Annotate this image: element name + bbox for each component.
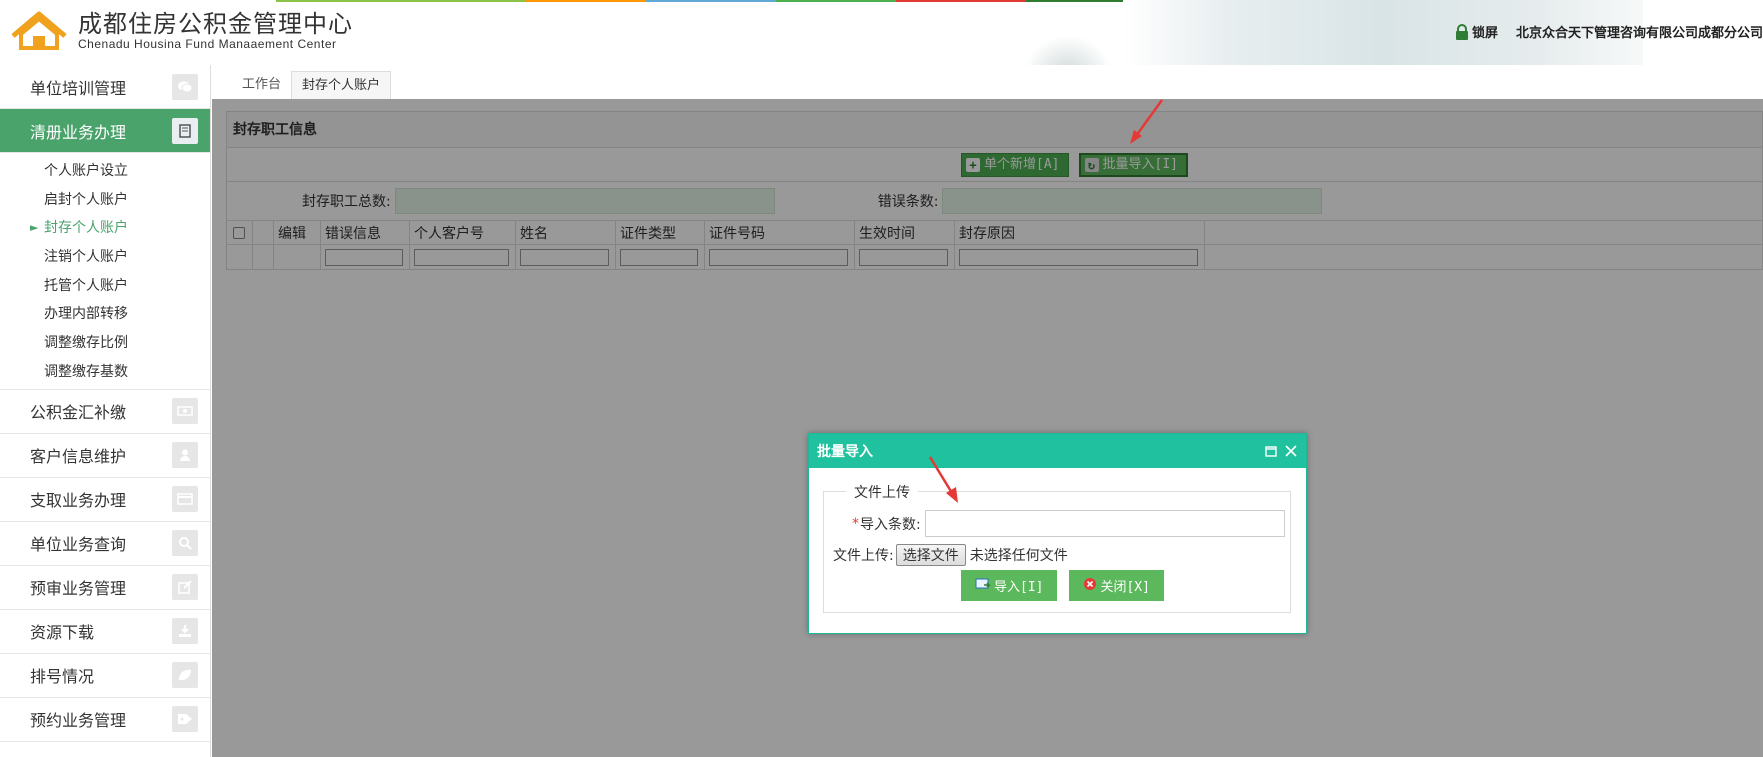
sidebar-item-appointment[interactable]: 预约业务管理 <box>0 697 210 742</box>
org-title-en: Chenadu Housina Fund Manaaement Center <box>78 37 337 51</box>
sidebar: 单位培训管理 清册业务办理 个人账户设立 启封个人账户 ► 封存个人账户 注销个人… <box>0 65 211 757</box>
dialog-buttons: 导入[I] 关闭[X] <box>961 570 1164 601</box>
user-icon <box>172 442 198 468</box>
edit-icon <box>172 574 198 600</box>
file-upload-row: 文件上传: 选择文件 未选择任何文件 <box>833 544 1068 566</box>
file-upload-fieldset: 文件上传 * 导入条数: 文件上传: 选择文件 未选择任何文件 导入[I] 关闭… <box>823 482 1291 613</box>
import-icon <box>975 578 991 594</box>
sidebar-item-queue-status[interactable]: 排号情况 <box>0 653 210 698</box>
leaf-icon <box>172 662 198 688</box>
logo: 成都住房公积金管理中心 Chenadu Housina Fund Manaaem… <box>10 10 353 52</box>
current-arrow-icon: ► <box>30 221 39 235</box>
import-count-label: 导入条数: <box>860 516 921 533</box>
dialog-title: 批量导入 <box>817 444 873 460</box>
close-circle-icon <box>1083 577 1097 595</box>
sidebar-item-fund-remit[interactable]: 公积金汇补缴 <box>0 389 210 434</box>
import-label: 导入[I] <box>994 580 1044 595</box>
submenu-item-cancel-account[interactable]: 注销个人账户 <box>0 243 210 272</box>
close-label: 关闭[X] <box>1100 580 1150 595</box>
sidebar-item-label: 清册业务办理 <box>30 122 127 142</box>
fieldset-legend: 文件上传 <box>846 482 918 502</box>
app-header: 成都住房公积金管理中心 Chenadu Housina Fund Manaaem… <box>0 0 1763 65</box>
submenu: 个人账户设立 启封个人账户 ► 封存个人账户 注销个人账户 托管个人账户 办理内部… <box>0 153 210 390</box>
sidebar-item-customer-info[interactable]: 客户信息维护 <box>0 433 210 478</box>
sidebar-item-pre-review[interactable]: 预审业务管理 <box>0 565 210 610</box>
tab-seal-account[interactable]: 封存个人账户 <box>291 71 392 99</box>
sidebar-item-withdrawal[interactable]: 支取业务办理 <box>0 477 210 522</box>
file-upload-label: 文件上传: <box>833 548 894 564</box>
sidebar-item-label: 单位业务查询 <box>30 535 127 554</box>
sidebar-item-label: 公积金汇补缴 <box>30 403 127 422</box>
submenu-item-seal-account[interactable]: ► 封存个人账户 <box>0 214 210 243</box>
sidebar-item-label: 资源下载 <box>30 623 95 642</box>
import-count-row: * 导入条数: <box>852 510 1285 537</box>
sidebar-item-roster-business[interactable]: 清册业务办理 <box>0 109 210 153</box>
close-icon[interactable] <box>1284 444 1298 458</box>
sidebar-item-label: 预约业务管理 <box>30 711 127 730</box>
submenu-item-custody-account[interactable]: 托管个人账户 <box>0 272 210 301</box>
choose-file-button[interactable]: 选择文件 <box>895 544 966 566</box>
lock-screen-button[interactable]: 锁屏 <box>1455 22 1498 41</box>
tag-icon <box>172 706 198 732</box>
maximize-icon[interactable] <box>1264 444 1278 458</box>
import-count-input[interactable] <box>924 510 1285 537</box>
sidebar-item-label: 支取业务办理 <box>30 491 127 510</box>
book-icon <box>172 117 198 144</box>
chat-icon <box>172 73 198 100</box>
card-icon <box>172 486 198 512</box>
required-marker: * <box>852 515 859 532</box>
lock-label: 锁屏 <box>1471 26 1498 41</box>
submenu-item-adjust-ratio[interactable]: 调整缴存比例 <box>0 329 210 358</box>
close-button[interactable]: 关闭[X] <box>1069 570 1164 601</box>
file-status: 未选择任何文件 <box>969 548 1068 564</box>
search-icon <box>172 530 198 556</box>
modal-overlay <box>212 99 1763 757</box>
sidebar-item-label: 排号情况 <box>30 667 95 686</box>
batch-import-dialog: 批量导入 文件上传 * 导入条数: 文件上传: 选择文件 未选择任何文件 导入[… <box>808 433 1307 634</box>
submenu-item-unseal-account[interactable]: 启封个人账户 <box>0 186 210 215</box>
org-title-cn: 成都住房公积金管理中心 <box>78 10 353 38</box>
tab-workbench[interactable]: 工作台 <box>232 71 291 99</box>
import-button[interactable]: 导入[I] <box>961 570 1058 601</box>
dialog-header: 批量导入 <box>809 434 1306 468</box>
company-name: 北京众合天下管理咨询有限公司成都分公司 <box>1515 26 1763 41</box>
sidebar-item-unit-training[interactable]: 单位培训管理 <box>0 65 210 109</box>
money-icon <box>172 398 198 424</box>
submenu-item-open-account[interactable]: 个人账户设立 <box>0 157 210 186</box>
sidebar-item-label: 客户信息维护 <box>30 447 127 466</box>
submenu-item-internal-transfer[interactable]: 办理内部转移 <box>0 300 210 329</box>
download-icon <box>172 618 198 644</box>
sidebar-item-label: 单位培训管理 <box>30 78 127 98</box>
lock-icon <box>1455 23 1469 40</box>
sidebar-item-resource-download[interactable]: 资源下载 <box>0 609 210 654</box>
tab-bar: 工作台 封存个人账户 <box>212 65 1763 99</box>
sidebar-item-label: 预审业务管理 <box>30 579 127 598</box>
submenu-item-adjust-base[interactable]: 调整缴存基数 <box>0 358 210 387</box>
house-logo-icon <box>10 10 68 52</box>
sidebar-item-unit-query[interactable]: 单位业务查询 <box>0 521 210 566</box>
